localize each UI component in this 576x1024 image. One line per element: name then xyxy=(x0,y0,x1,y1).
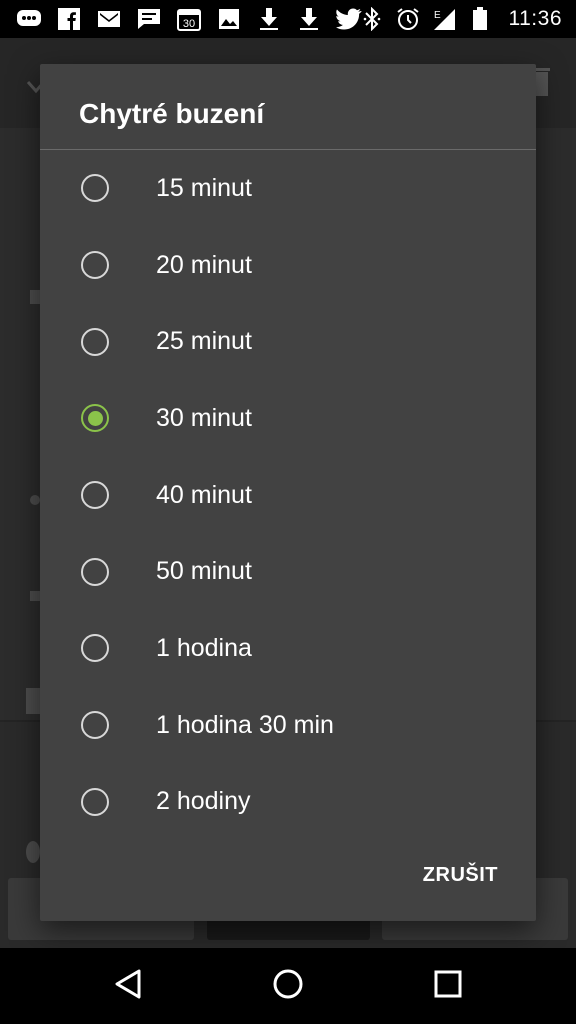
svg-text:30: 30 xyxy=(183,18,195,30)
navigation-bar xyxy=(0,948,576,1024)
back-icon xyxy=(113,968,143,1005)
radio-option[interactable]: 1 hodina xyxy=(40,610,536,687)
clock: 11:36 xyxy=(508,7,562,30)
cancel-button[interactable]: ZRUŠIT xyxy=(423,864,498,887)
radio-option[interactable]: 40 minut xyxy=(40,457,536,534)
option-label: 15 minut xyxy=(156,173,252,202)
alarm-icon xyxy=(395,7,421,31)
back-button[interactable] xyxy=(83,948,173,1024)
radio-button[interactable] xyxy=(81,251,109,280)
options-list: 15 minut 20 minut 25 minut 30 minut 40 m… xyxy=(40,150,536,840)
battery-icon xyxy=(467,7,493,31)
list-icon xyxy=(30,290,40,304)
message-icon xyxy=(16,7,42,31)
image-icon xyxy=(216,7,242,31)
radio-button[interactable] xyxy=(81,481,109,510)
radio-button-checked[interactable] xyxy=(81,404,109,433)
radio-option[interactable]: 1 hodina 30 min xyxy=(40,687,536,764)
download-icon xyxy=(296,7,322,31)
home-button[interactable] xyxy=(243,948,333,1024)
list-icon xyxy=(30,591,40,601)
option-label: 40 minut xyxy=(156,480,252,509)
radio-button[interactable] xyxy=(81,174,109,203)
option-label: 1 hodina 30 min xyxy=(156,710,334,739)
radio-button[interactable] xyxy=(81,327,109,356)
radio-option-selected[interactable]: 30 minut xyxy=(40,380,536,457)
recents-icon xyxy=(434,970,462,1003)
download-icon xyxy=(256,7,282,31)
radio-button[interactable] xyxy=(81,557,109,586)
signal-icon: E xyxy=(431,7,457,31)
dialog-title: Chytré buzení xyxy=(79,98,265,129)
facebook-icon xyxy=(56,7,82,31)
option-label: 1 hodina xyxy=(156,633,252,662)
list-icon xyxy=(30,495,40,505)
option-label: 2 hodiny xyxy=(156,787,251,816)
status-bar: 30 E 11:36 xyxy=(0,0,576,38)
svg-text:E: E xyxy=(434,10,441,21)
radio-option[interactable]: 50 minut xyxy=(40,533,536,610)
gmail-icon xyxy=(96,7,122,31)
calendar-icon: 30 xyxy=(176,7,202,31)
chat-icon xyxy=(136,7,162,31)
vibration-icon xyxy=(26,688,40,714)
radio-button[interactable] xyxy=(81,634,109,663)
home-icon xyxy=(272,968,304,1005)
radio-option[interactable]: 2 hodiny xyxy=(40,764,536,841)
option-label: 20 minut xyxy=(156,250,252,279)
option-label: 30 minut xyxy=(156,403,252,432)
option-label: 25 minut xyxy=(156,327,252,356)
radio-option[interactable]: 20 minut xyxy=(40,227,536,304)
radio-button[interactable] xyxy=(81,787,109,816)
recents-button[interactable] xyxy=(403,948,493,1024)
radio-button[interactable] xyxy=(81,711,109,740)
logo-icon xyxy=(26,841,40,863)
smart-wakeup-dialog: Chytré buzení 15 minut 20 minut 25 minut… xyxy=(40,64,536,921)
radio-option[interactable]: 15 minut xyxy=(40,150,536,227)
radio-option[interactable]: 25 minut xyxy=(40,303,536,380)
option-label: 50 minut xyxy=(156,557,252,586)
bluetooth-icon xyxy=(359,7,385,31)
